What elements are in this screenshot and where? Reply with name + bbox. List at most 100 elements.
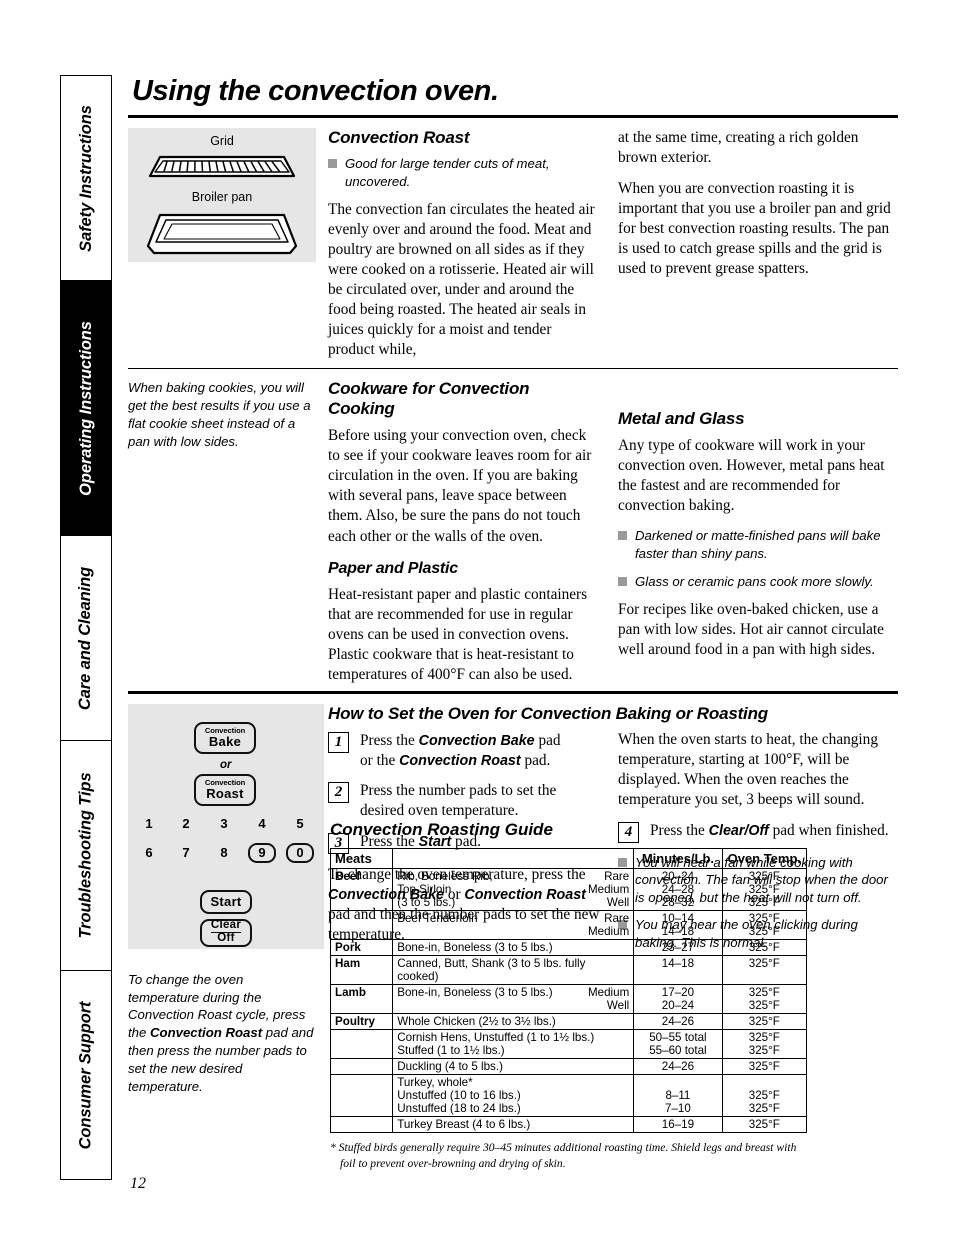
sidebar-tab-consumer-support[interactable]: Consumer Support bbox=[60, 970, 112, 1180]
convection-roast-band: Grid Broiler pan Convection Roast Good f… bbox=[128, 118, 898, 360]
cell-minutes-per-lb: 24–26 bbox=[633, 1058, 723, 1075]
roasting-guide-table: Meats Minutes/Lb. Oven Temp. Beef Rib, Bo… bbox=[329, 848, 808, 1133]
sidebar-tab-label: Safety Instructions bbox=[76, 104, 95, 252]
number-pad-2[interactable]: 2 bbox=[176, 816, 196, 831]
sidebar-tab-care-and-cleaning[interactable]: Care and Cleaning bbox=[60, 535, 112, 740]
metal-glass-paragraph: Any type of cookware will work in your c… bbox=[618, 437, 885, 515]
cell-oven-temp: 325°F 325°F bbox=[721, 1029, 808, 1059]
sidebar-tab-label: Operating Instructions bbox=[76, 320, 95, 496]
cell-description: Turkey Breast (4 to 6 lbs.) bbox=[392, 1116, 635, 1133]
col-header-description bbox=[392, 848, 635, 869]
cell-minutes-per-lb: 14–18 bbox=[633, 955, 723, 985]
cell-meat bbox=[329, 1074, 394, 1117]
cell-meat bbox=[329, 1029, 394, 1059]
cell-description: Duckling (4 to 5 lbs.) bbox=[392, 1058, 635, 1075]
convection-roast-pad-label: Roast bbox=[206, 785, 244, 801]
number-pad-1[interactable]: 1 bbox=[139, 816, 159, 831]
number-pad-7[interactable]: 7 bbox=[176, 845, 196, 860]
table-row: Cornish Hens, Unstuffed (1 to 1½ lbs.) St… bbox=[329, 1029, 808, 1059]
cell-minutes-per-lb: 8–11 7–10 bbox=[633, 1074, 723, 1117]
cell-description: Rib, Boneless Rib, Rare Top Sirloin Medium(… bbox=[392, 868, 635, 911]
roasting-guide-heading: Convection Roasting Guide bbox=[330, 820, 553, 839]
convection-roast-right-column: at the same time, creating a rich golden… bbox=[618, 118, 898, 360]
cell-minutes-per-lb: 10–14 14–18 bbox=[633, 910, 723, 940]
cell-oven-temp: 325°F bbox=[721, 1013, 808, 1030]
table-row: Turkey, whole* Unstuffed (10 to 16 lbs.) U… bbox=[329, 1074, 808, 1117]
cell-meat bbox=[329, 910, 394, 940]
sidebar-tab-safety-instructions[interactable]: Safety Instructions bbox=[60, 75, 112, 280]
cell-oven-temp: 325°F 325°F bbox=[721, 984, 808, 1014]
cookware-paragraph: Before using your convection oven, check… bbox=[328, 427, 592, 545]
sidebar-tab-troubleshooting-tips[interactable]: Troubleshooting Tips bbox=[60, 740, 112, 970]
cell-oven-temp: 325°F 325°F 325°F bbox=[721, 868, 808, 911]
convection-roast-text-column: Convection Roast Good for large tender c… bbox=[328, 118, 618, 360]
preheat-paragraph: When the oven starts to heat, the changi… bbox=[618, 730, 878, 808]
convection-roast-heading: Convection Roast bbox=[328, 128, 470, 147]
cell-oven-temp: 325°F bbox=[721, 1058, 808, 1075]
number-pad-6[interactable]: 6 bbox=[139, 845, 159, 860]
cell-description: Beef Tenderloin Rare Medium bbox=[392, 910, 635, 940]
convection-roast-paragraph-1-cont: at the same time, creating a rich golden… bbox=[618, 129, 859, 167]
sidebar-tab-label: Troubleshooting Tips bbox=[76, 772, 95, 939]
number-pad-4[interactable]: 4 bbox=[252, 816, 272, 831]
table-row: Beef Tenderloin Rare Medium 10–14 14–18 325°… bbox=[329, 910, 808, 940]
number-pad-3[interactable]: 3 bbox=[214, 816, 234, 831]
step-2-text: Press the number pads to set the desired… bbox=[360, 782, 557, 820]
clear-off-pad[interactable]: Clear Off bbox=[200, 918, 252, 947]
table-row: Beef Rib, Boneless Rib, Rare Top Sirloin Med… bbox=[329, 868, 808, 911]
roasting-guide-section: Convection Roasting Guide Meats Minutes/… bbox=[329, 820, 808, 1171]
cookware-sidenote-column: When baking cookies, you will get the be… bbox=[128, 369, 328, 684]
col-header-oven-temp: Oven Temp. bbox=[721, 848, 808, 869]
cookware-text-column: Cookware for Convection Cooking Before u… bbox=[328, 369, 618, 684]
step-1-number: 1 bbox=[328, 731, 349, 753]
convection-bake-pad[interactable]: Convection Bake bbox=[194, 721, 256, 754]
number-pad-0[interactable]: 0 bbox=[286, 842, 314, 863]
step-1-text: Press the Convection Bake pad or the Conv… bbox=[360, 731, 561, 769]
step-1: 1 Press the Convection Bake pad or the Co… bbox=[328, 731, 600, 771]
cookware-heading: Cookware for Convection Cooking bbox=[328, 379, 530, 419]
start-pad-label: Start bbox=[210, 894, 242, 910]
cell-meat: Lamb bbox=[329, 984, 394, 1014]
off-pad-label: Off bbox=[217, 932, 235, 945]
cell-description: Whole Chicken (2½ to 3½ lbs.) bbox=[392, 1013, 635, 1030]
broiler-pan-illustration: Grid Broiler pan bbox=[128, 128, 316, 262]
cell-description: Bone-in, Boneless (3 to 5 lbs.) bbox=[392, 939, 635, 956]
table-row: Poultry Whole Chicken (2½ to 3½ lbs.) 24–2… bbox=[329, 1013, 808, 1030]
convection-roast-temp-note: To change the oven temperature during th… bbox=[128, 971, 314, 1094]
number-pad-9[interactable]: 9 bbox=[248, 842, 276, 863]
number-pad-8[interactable]: 8 bbox=[214, 845, 234, 860]
table-header-row: Meats Minutes/Lb. Oven Temp. bbox=[329, 848, 808, 869]
grid-caption: Grid bbox=[210, 134, 234, 148]
cell-meat: Pork bbox=[329, 939, 394, 956]
table-row: Pork Bone-in, Boneless (3 to 5 lbs.) 23–27… bbox=[329, 939, 808, 956]
convection-roast-paragraph-2: When you are convection roasting it is i… bbox=[618, 180, 891, 278]
convection-roast-bullet: Good for large tender cuts of meat, unco… bbox=[328, 155, 600, 190]
cell-minutes-per-lb: 17–20 20–24 bbox=[633, 984, 723, 1014]
cell-oven-temp: 325°F 325°F bbox=[721, 910, 808, 940]
cell-minutes-per-lb: 16–19 bbox=[633, 1116, 723, 1133]
illustration-column: Grid Broiler pan bbox=[128, 118, 328, 360]
cell-oven-temp: 325°F 325°F bbox=[721, 1074, 808, 1117]
metal-glass-bullet-1: Darkened or matte-finished pans will bak… bbox=[618, 527, 898, 562]
cell-meat bbox=[329, 1116, 394, 1133]
cell-oven-temp: 325°F bbox=[721, 1116, 808, 1133]
step-2-number: 2 bbox=[328, 782, 349, 804]
cookware-band: When baking cookies, you will get the be… bbox=[128, 369, 898, 684]
cell-description: Cornish Hens, Unstuffed (1 to 1½ lbs.) St… bbox=[392, 1029, 635, 1059]
or-label: or bbox=[220, 758, 232, 771]
number-pad-5[interactable]: 5 bbox=[290, 816, 310, 831]
step-2: 2 Press the number pads to set the desir… bbox=[328, 781, 600, 821]
broiler-pan-icon bbox=[146, 213, 298, 255]
roasting-guide-body: Beef Rib, Boneless Rib, Rare Top Sirloin Med… bbox=[329, 868, 808, 1133]
table-row: Turkey Breast (4 to 6 lbs.) 16–19 325°F bbox=[329, 1116, 808, 1133]
sidebar-tab-operating-instructions[interactable]: Operating Instructions bbox=[60, 280, 112, 535]
roasting-guide-footnote: * Stuffed birds generally require 30–45 … bbox=[330, 1141, 797, 1170]
page-content: Using the convection oven. Grid Broiler … bbox=[128, 75, 898, 1185]
cell-meat: Ham bbox=[329, 955, 394, 985]
convection-roast-pad[interactable]: Convection Roast bbox=[194, 773, 256, 806]
metal-glass-column: Metal and Glass Any type of cookware wil… bbox=[618, 369, 898, 684]
start-pad[interactable]: Start bbox=[200, 889, 252, 914]
sidebar-tab-rail: Safety Instructions Operating Instruction… bbox=[60, 75, 112, 1180]
col-header-minutes: Minutes/Lb. bbox=[633, 848, 723, 869]
paper-plastic-heading: Paper and Plastic bbox=[328, 559, 458, 577]
